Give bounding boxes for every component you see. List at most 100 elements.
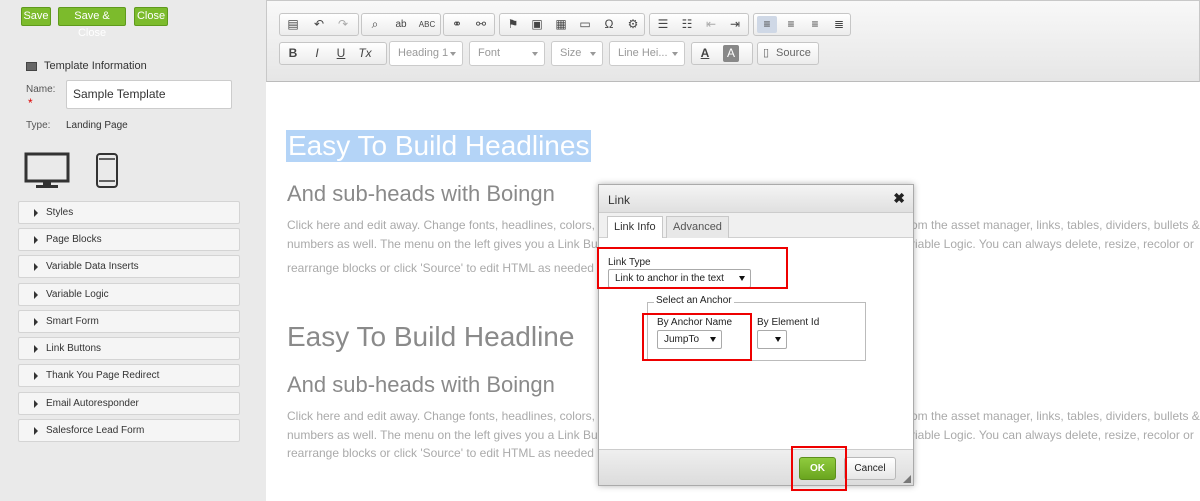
- source-icon: ▯: [763, 47, 770, 59]
- subhead[interactable]: And sub-heads with Boingn: [287, 181, 555, 207]
- paragraph-line[interactable]: Click here and edit away. Change fonts, …: [287, 409, 595, 423]
- accordion-label: Variable Logic: [46, 289, 109, 300]
- image-icon[interactable]: ▣: [527, 16, 547, 33]
- replace-icon[interactable]: ab: [391, 16, 411, 33]
- background-color-icon[interactable]: A: [723, 45, 739, 62]
- link-type-label: Link Type: [608, 257, 651, 268]
- text-color-icon[interactable]: A: [695, 45, 715, 62]
- spellcheck-icon[interactable]: ABC: [417, 16, 437, 33]
- accordion-variable-data-inserts[interactable]: Variable Data Inserts: [18, 255, 240, 278]
- save-button[interactable]: Save: [21, 7, 51, 26]
- redo-icon[interactable]: ↷: [333, 16, 353, 33]
- mobile-preview-icon[interactable]: [95, 152, 119, 189]
- accordion-label: Variable Data Inserts: [46, 261, 139, 272]
- dialog-body: Link Type Link to anchor in the text Sel…: [599, 238, 913, 449]
- font-select[interactable]: Font: [469, 41, 545, 66]
- save-close-button[interactable]: Save & Close: [58, 7, 126, 39]
- anchor-legend: Select an Anchor: [654, 295, 734, 306]
- line-height-select[interactable]: Line Hei...: [609, 41, 685, 66]
- template-name-input[interactable]: Sample Template: [66, 80, 232, 109]
- paragraph-line[interactable]: riable Logic. You can always delete, res…: [911, 237, 1194, 251]
- heading-select[interactable]: Heading 1: [389, 41, 463, 66]
- underline-icon[interactable]: U: [331, 45, 351, 62]
- anchor-name-label: By Anchor Name: [657, 317, 733, 328]
- subhead[interactable]: And sub-heads with Boingn: [287, 372, 555, 398]
- accordion-link-buttons[interactable]: Link Buttons: [18, 337, 240, 360]
- element-id-select[interactable]: [757, 330, 787, 349]
- accordion-salesforce-lead-form[interactable]: Salesforce Lead Form: [18, 419, 240, 442]
- align-left-icon[interactable]: ≡: [757, 16, 777, 33]
- clear-format-icon[interactable]: Tx: [355, 45, 375, 62]
- chevron-down-icon: [590, 52, 596, 56]
- tab-link-info[interactable]: Link Info: [607, 216, 663, 239]
- element-id-label: By Element Id: [757, 317, 820, 328]
- numbered-list-icon[interactable]: ☰: [653, 16, 673, 33]
- caret-right-icon: [34, 291, 38, 299]
- image-icon: [26, 62, 37, 71]
- horizontal-rule-icon[interactable]: ▭: [575, 16, 595, 33]
- accordion-smart-form[interactable]: Smart Form: [18, 310, 240, 333]
- paste-icon[interactable]: ▤: [283, 16, 303, 33]
- find-icon[interactable]: ⌕: [365, 16, 385, 33]
- paragraph-line[interactable]: om the asset manager, links, tables, div…: [911, 409, 1200, 423]
- paragraph-line[interactable]: riable Logic. You can always delete, res…: [911, 428, 1194, 442]
- chevron-down-icon: [739, 276, 745, 281]
- source-label: Source: [776, 47, 811, 59]
- align-center-icon[interactable]: ≡: [781, 16, 801, 33]
- toolbar-group-links: ⚭ ⚯: [443, 13, 495, 36]
- line-height-value: Line Hei...: [618, 47, 668, 59]
- dialog-title-bar[interactable]: Link ✖: [599, 185, 913, 213]
- italic-icon[interactable]: I: [307, 45, 327, 62]
- settings-icon[interactable]: ⚙: [623, 16, 643, 33]
- accordion-styles[interactable]: Styles: [18, 201, 240, 224]
- link-icon[interactable]: ⚭: [447, 16, 467, 33]
- accordion-email-autoresponder[interactable]: Email Autoresponder: [18, 392, 240, 415]
- accordion-label: Salesforce Lead Form: [46, 425, 145, 436]
- justify-icon[interactable]: ≣: [829, 16, 849, 33]
- paragraph-line[interactable]: rearrange blocks or click 'Source' to ed…: [287, 261, 594, 275]
- paragraph-line[interactable]: numbers as well. The menu on the left gi…: [287, 428, 598, 442]
- accordion-variable-logic[interactable]: Variable Logic: [18, 283, 240, 306]
- outdent-icon[interactable]: ⇤: [701, 16, 721, 33]
- ok-button[interactable]: OK: [799, 457, 836, 480]
- close-button[interactable]: Close: [134, 7, 168, 26]
- bold-icon[interactable]: B: [283, 45, 303, 62]
- caret-right-icon: [34, 236, 38, 244]
- caret-right-icon: [34, 209, 38, 217]
- unlink-icon[interactable]: ⚯: [471, 16, 491, 33]
- paragraph-line[interactable]: numbers as well. The menu on the left gi…: [287, 237, 598, 251]
- accordion-page-blocks[interactable]: Page Blocks: [18, 228, 240, 251]
- undo-icon[interactable]: ↶: [309, 16, 329, 33]
- font-value: Font: [478, 47, 501, 59]
- desktop-preview-icon[interactable]: [24, 152, 70, 190]
- headline[interactable]: Easy To Build Headline: [287, 321, 574, 353]
- anchor-name-select[interactable]: JumpTo: [657, 330, 722, 349]
- chevron-down-icon: [450, 52, 456, 56]
- chevron-down-icon: [775, 337, 781, 342]
- bullet-list-icon[interactable]: ☷: [677, 16, 697, 33]
- align-right-icon[interactable]: ≡: [805, 16, 825, 33]
- indent-icon[interactable]: ⇥: [725, 16, 745, 33]
- link-type-select[interactable]: Link to anchor in the text: [608, 269, 751, 288]
- required-mark: *: [28, 96, 33, 110]
- caret-right-icon: [34, 263, 38, 271]
- paragraph-line[interactable]: rearrange blocks or click 'Source' to ed…: [287, 446, 594, 460]
- cancel-button[interactable]: Cancel: [844, 457, 896, 480]
- accordion-thank-you-redirect[interactable]: Thank You Page Redirect: [18, 364, 240, 387]
- resize-handle-icon[interactable]: [903, 475, 911, 483]
- special-char-icon[interactable]: Ω: [599, 16, 619, 33]
- caret-right-icon: [34, 345, 38, 353]
- accordion-label: Page Blocks: [46, 234, 102, 245]
- toolbar-group-basic-style: B I U Tx: [279, 42, 387, 65]
- source-button[interactable]: ▯ Source: [757, 42, 819, 65]
- close-icon[interactable]: ✖: [893, 190, 905, 207]
- paragraph-line[interactable]: Click here and edit away. Change fonts, …: [287, 218, 595, 232]
- paragraph-line[interactable]: om the asset manager, links, tables, div…: [911, 218, 1200, 232]
- size-select[interactable]: Size: [551, 41, 603, 66]
- anchor-icon[interactable]: ⚑: [503, 16, 523, 33]
- table-icon[interactable]: ▦: [551, 16, 571, 33]
- headline-selected[interactable]: Easy To Build Headlines: [286, 130, 592, 162]
- tab-advanced[interactable]: Advanced: [666, 216, 729, 238]
- toolbar-group-insert: ⚑ ▣ ▦ ▭ Ω ⚙: [499, 13, 645, 36]
- toolbar-group-clipboard: ▤ ↶ ↷: [279, 13, 359, 36]
